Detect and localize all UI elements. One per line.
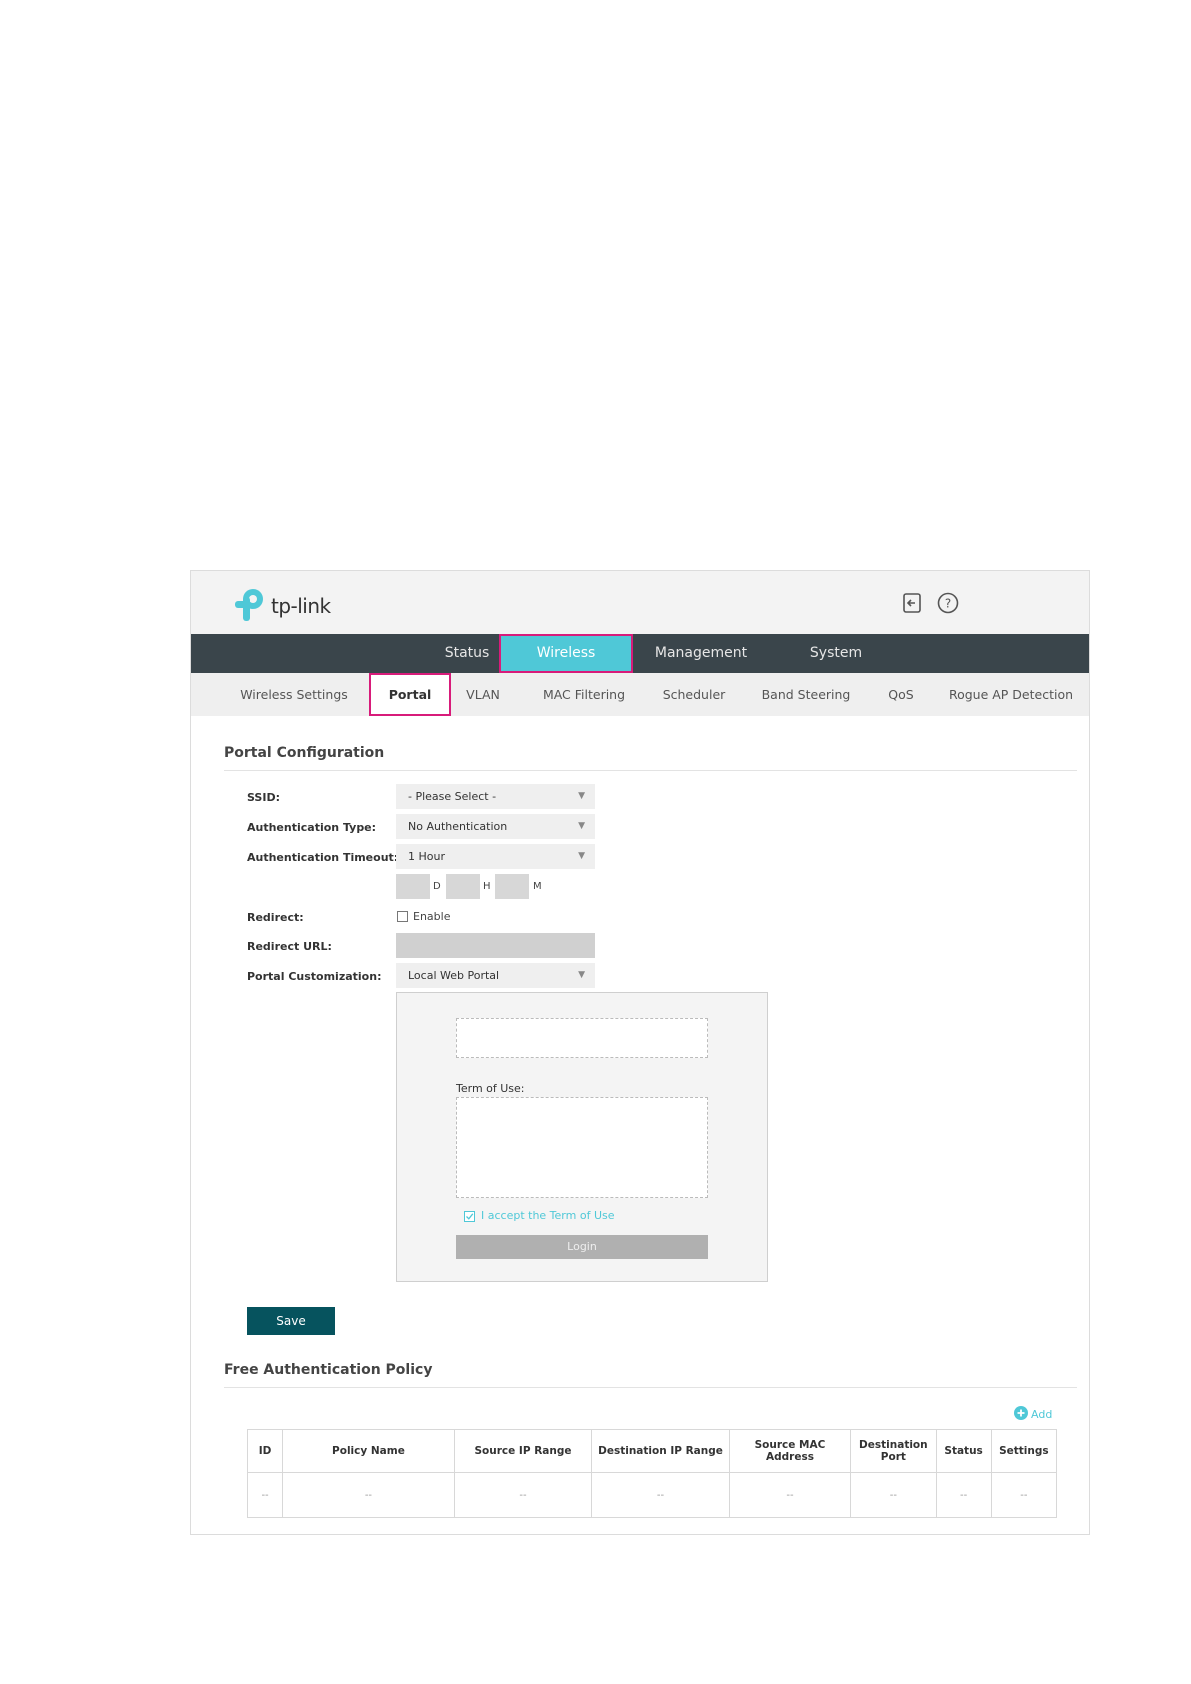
dropdown-arrow-icon: ▼ xyxy=(578,791,585,801)
minutes-unit: M xyxy=(533,881,542,892)
policy-table: ID Policy Name Source IP Range Destinati… xyxy=(246,1429,1058,1518)
section-divider xyxy=(224,1387,1077,1388)
portal-customization-select[interactable]: Local Web Portal ▼ xyxy=(396,963,595,988)
cell-settings: -- xyxy=(990,1472,1058,1518)
top-bar: tp-link ? xyxy=(191,571,1089,634)
add-icon xyxy=(1014,1406,1028,1423)
subtab-mac-filtering[interactable]: MAC Filtering xyxy=(529,673,639,716)
col-source-ip-range: Source IP Range xyxy=(453,1429,593,1473)
portal-logo-area[interactable] xyxy=(456,1018,708,1058)
help-icon[interactable]: ? xyxy=(937,592,959,614)
ssid-value: - Please Select - xyxy=(408,790,497,803)
svg-text:?: ? xyxy=(945,597,951,611)
tp-link-logo-icon xyxy=(231,585,269,627)
term-of-use-box[interactable] xyxy=(456,1097,708,1198)
subtab-vlan[interactable]: VLAN xyxy=(453,673,513,716)
col-destination-ip-range: Destination IP Range xyxy=(591,1429,730,1473)
portal-preview: Term of Use: I accept the Term of Use Lo… xyxy=(396,992,768,1282)
auth-type-label: Authentication Type: xyxy=(247,821,377,834)
logo-text: tp-link xyxy=(271,594,331,618)
subtab-qos[interactable]: QoS xyxy=(871,673,931,716)
redirect-url-label: Redirect URL: xyxy=(247,940,332,953)
checkbox-icon[interactable] xyxy=(464,1211,475,1222)
portal-config-title: Portal Configuration xyxy=(224,745,385,761)
timeout-minutes-input[interactable] xyxy=(495,874,529,899)
redirect-enable-label: Enable xyxy=(413,910,451,923)
dropdown-arrow-icon: ▼ xyxy=(578,821,585,831)
redirect-label: Redirect: xyxy=(247,911,304,924)
cell-status: -- xyxy=(935,1472,992,1518)
portal-customization-value: Local Web Portal xyxy=(408,969,500,982)
save-button[interactable]: Save xyxy=(247,1307,335,1335)
cell-source-ip-range: -- xyxy=(453,1472,593,1518)
table-row: -- -- -- -- -- -- -- -- xyxy=(246,1472,1058,1518)
redirect-url-input[interactable] xyxy=(396,933,595,958)
col-destination-port: Destination Port xyxy=(850,1429,937,1473)
logo: tp-link xyxy=(231,585,331,627)
hours-unit: H xyxy=(483,881,491,892)
auth-timeout-value: 1 Hour xyxy=(408,850,445,863)
subtab-portal[interactable]: Portal xyxy=(369,673,451,716)
section-divider xyxy=(224,770,1077,771)
subtab-wireless-settings[interactable]: Wireless Settings xyxy=(231,673,357,716)
subtab-band-steering[interactable]: Band Steering xyxy=(751,673,861,716)
cell-source-mac-address: -- xyxy=(728,1472,852,1518)
term-of-use-label: Term of Use: xyxy=(456,1082,525,1095)
auth-timeout-select[interactable]: 1 Hour ▼ xyxy=(396,844,595,869)
add-label: Add xyxy=(1031,1408,1053,1421)
login-button[interactable]: Login xyxy=(456,1235,708,1259)
col-policy-name: Policy Name xyxy=(282,1429,455,1473)
timeout-days-input[interactable] xyxy=(396,874,430,899)
logout-icon[interactable] xyxy=(901,592,923,614)
cell-destination-port: -- xyxy=(850,1472,937,1518)
main-nav: Status Wireless Management System xyxy=(191,634,1089,673)
tab-wireless[interactable]: Wireless xyxy=(499,634,633,673)
table-header-row: ID Policy Name Source IP Range Destinati… xyxy=(246,1429,1058,1473)
tab-management[interactable]: Management xyxy=(636,634,766,673)
days-unit: D xyxy=(433,881,441,892)
cell-policy-name: -- xyxy=(282,1472,455,1518)
subtab-scheduler[interactable]: Scheduler xyxy=(651,673,737,716)
subtab-rogue-ap-detection[interactable]: Rogue AP Detection xyxy=(941,673,1081,716)
sub-nav: Wireless Settings Portal VLAN MAC Filter… xyxy=(191,673,1089,716)
portal-customization-label: Portal Customization: xyxy=(247,970,382,983)
cell-destination-ip-range: -- xyxy=(591,1472,730,1518)
top-icons: ? xyxy=(901,592,959,614)
ssid-label: SSID: xyxy=(247,791,280,804)
accept-terms-label: I accept the Term of Use xyxy=(481,1209,615,1222)
dropdown-arrow-icon: ▼ xyxy=(578,970,585,980)
auth-type-select[interactable]: No Authentication ▼ xyxy=(396,814,595,839)
ssid-select[interactable]: - Please Select - ▼ xyxy=(396,784,595,809)
col-status: Status xyxy=(935,1429,992,1473)
tab-system[interactable]: System xyxy=(781,634,891,673)
col-source-mac-address: Source MAC Address xyxy=(728,1429,852,1473)
col-settings: Settings xyxy=(990,1429,1058,1473)
auth-timeout-label: Authentication Timeout: xyxy=(247,851,399,864)
dropdown-arrow-icon: ▼ xyxy=(578,851,585,861)
app-window: tp-link ? Status Wireless Management Sys… xyxy=(190,570,1090,1535)
col-id: ID xyxy=(246,1429,284,1473)
cell-id: -- xyxy=(246,1472,284,1518)
policy-title: Free Authentication Policy xyxy=(224,1362,433,1378)
redirect-checkbox[interactable] xyxy=(397,911,408,922)
add-policy-button[interactable]: Add xyxy=(1014,1406,1052,1423)
timeout-hours-input[interactable] xyxy=(446,874,480,899)
auth-type-value: No Authentication xyxy=(408,820,508,833)
